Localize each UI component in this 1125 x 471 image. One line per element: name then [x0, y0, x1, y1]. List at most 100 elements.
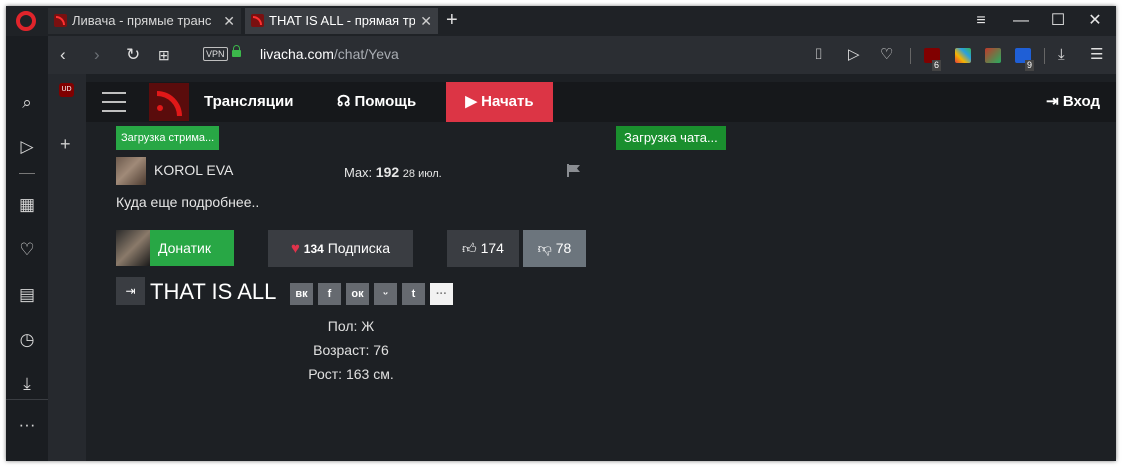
opera-sidebar: ⌕ ▷ ▦ ♡ ▤ ◷ ⤓ ··· — [6, 36, 48, 461]
settings-sliders-icon[interactable]: ☰ — [1090, 46, 1103, 64]
stream-title: THAT IS ALL — [150, 279, 277, 304]
nav-help-label: Помощь — [354, 93, 417, 110]
minimize-button[interactable]: — — [1006, 8, 1036, 34]
nav-help[interactable]: ☊ Помощь — [337, 82, 416, 122]
send-icon[interactable]: ▷ — [6, 136, 48, 158]
more-share-icon[interactable]: ··· — [430, 283, 453, 305]
tab-title: THAT IS ALL - прямая тр — [269, 13, 415, 28]
stream-loading-badge: Загрузка стрима... — [116, 126, 220, 150]
donate-button[interactable]: Донатик — [116, 230, 234, 266]
search-icon[interactable]: ⌕ — [6, 92, 48, 114]
sidebar-divider — [19, 173, 35, 174]
max-viewers: Max: 192 28 июл. — [344, 164, 442, 180]
like-count: 174 — [480, 240, 504, 256]
max-date: 28 июл. — [402, 168, 442, 180]
address-bar: ‹ › ↻ ⊞ VPN livacha.com/chat/Yeva ⌷ ▷ ♡ … — [48, 36, 1116, 74]
max-label: Max: — [344, 165, 373, 180]
ublock-icon[interactable]: UD — [59, 83, 74, 97]
video-camera-icon: ▶ — [465, 93, 477, 110]
lock-icon[interactable] — [232, 45, 241, 57]
vpn-badge[interactable]: VPN — [203, 47, 228, 61]
streamer-avatar[interactable] — [116, 157, 146, 185]
close-tab-icon[interactable]: ✕ — [420, 8, 432, 34]
streamer-name[interactable]: KOROL EVA — [154, 162, 233, 178]
more-icon[interactable]: ··· — [6, 414, 48, 436]
speed-dial-icon[interactable]: ⊞ — [158, 45, 170, 65]
twitter-share-icon[interactable]: t — [402, 283, 425, 305]
new-tab-button[interactable]: + — [446, 9, 458, 32]
heart-icon: ♥ — [290, 240, 300, 257]
camera-icon[interactable]: ⌷ — [814, 46, 823, 64]
headphones-icon: ☊ — [337, 93, 351, 110]
like-button[interactable]: 👍︎ 174 — [447, 230, 519, 267]
start-label: Начать — [481, 93, 534, 110]
news-icon[interactable]: ▤ — [6, 284, 48, 306]
pinwheel-extension-icon[interactable] — [955, 48, 971, 63]
url-path: /chat/Yeva — [333, 46, 399, 62]
browser-window: Ливача - прямые транс ✕ THAT IS ALL - пр… — [6, 6, 1116, 461]
dislike-button[interactable]: 👎︎ 78 — [523, 230, 586, 267]
facebook-share-icon[interactable]: f — [318, 283, 341, 305]
history-icon[interactable]: ◷ — [6, 329, 48, 351]
tab-livacha[interactable]: Ливача - прямые транс ✕ — [48, 8, 241, 34]
close-window-button[interactable]: ✕ — [1080, 8, 1110, 34]
nav-streams[interactable]: Трансляции — [204, 82, 293, 122]
forward-button[interactable]: › — [94, 45, 100, 65]
login-button[interactable]: ⇥ Вход — [1046, 82, 1100, 122]
odnoklassniki-share-icon[interactable]: ок — [346, 283, 369, 305]
extension-gutter: UD + — [48, 74, 86, 461]
mail-badge: 9 — [1025, 60, 1035, 71]
donate-label: Донатик — [158, 240, 211, 256]
max-value: 192 — [375, 164, 400, 180]
maximize-button[interactable]: ☐ — [1043, 8, 1073, 34]
login-label: Вход — [1062, 93, 1100, 110]
send-icon[interactable]: ▷ — [848, 46, 860, 64]
donate-image — [116, 230, 150, 266]
url-domain: livacha.com — [260, 46, 334, 62]
back-button[interactable]: ‹ — [60, 45, 66, 65]
tab-that-is-all[interactable]: THAT IS ALL - прямая тр ✕ — [245, 8, 438, 34]
thumbs-up-icon: 👍︎ — [462, 240, 477, 256]
mailru-share-icon[interactable]: ᵕ — [374, 283, 397, 305]
site-content: Трансляции ☊ Помощь ▶ Начать ⇥ Вход Загр… — [86, 74, 1116, 461]
info-age: Возраст: 76 — [313, 342, 389, 358]
subscribe-button[interactable]: ♥ 134 Подписка — [268, 230, 413, 267]
chat-loading-badge: Загрузка чата... — [616, 126, 726, 150]
cube-extension-icon[interactable] — [985, 48, 1001, 63]
report-flag-icon[interactable] — [567, 164, 581, 177]
heart-icon[interactable]: ♡ — [880, 46, 893, 64]
vk-share-icon[interactable]: вк — [290, 283, 313, 305]
ublock-badge: 6 — [932, 60, 942, 71]
toolbar-divider — [1044, 48, 1045, 64]
heart-icon[interactable]: ♡ — [6, 239, 48, 261]
hamburger-menu-icon[interactable] — [102, 92, 126, 112]
subscribe-label: Подписка — [327, 240, 391, 256]
enter-icon[interactable]: ⇥ — [116, 277, 145, 305]
stream-description: Куда еще подробнее.. — [116, 194, 260, 210]
toolbar-divider — [910, 48, 911, 64]
tab-bar: Ливача - прямые транс ✕ THAT IS ALL - пр… — [6, 6, 1116, 36]
sidebar-divider — [6, 399, 48, 400]
add-icon[interactable]: + — [60, 134, 71, 155]
url-field[interactable]: livacha.com/chat/Yeva — [260, 46, 399, 62]
login-icon: ⇥ — [1046, 93, 1059, 110]
thumbs-down-icon: 👎︎ — [537, 240, 552, 256]
tab-title: Ливача - прямые транс — [72, 13, 212, 28]
downloads-icon[interactable]: ⤓ — [1058, 46, 1065, 64]
download-icon[interactable]: ⤓ — [6, 373, 48, 395]
close-tab-icon[interactable]: ✕ — [223, 8, 235, 34]
site-navbar: Трансляции ☊ Помощь ▶ Начать ⇥ Вход — [86, 82, 1116, 122]
dislike-count: 78 — [555, 240, 572, 256]
subscribe-count: 134 — [303, 242, 324, 256]
site-favicon-icon — [54, 14, 67, 27]
reload-button[interactable]: ↻ — [126, 45, 140, 65]
apps-icon[interactable]: ▦ — [6, 194, 48, 216]
page-viewport: UD + Трансляции ☊ Помощь ▶ Начать ⇥ Вход… — [48, 74, 1116, 461]
site-favicon-icon — [251, 14, 264, 27]
site-logo[interactable] — [149, 83, 189, 121]
tab-menu-icon[interactable]: ≡ — [966, 8, 996, 34]
info-height: Рост: 163 см. — [308, 366, 394, 382]
opera-menu-icon[interactable] — [16, 11, 36, 31]
start-stream-button[interactable]: ▶ Начать — [446, 82, 553, 122]
info-gender: Пол: Ж — [327, 318, 375, 334]
